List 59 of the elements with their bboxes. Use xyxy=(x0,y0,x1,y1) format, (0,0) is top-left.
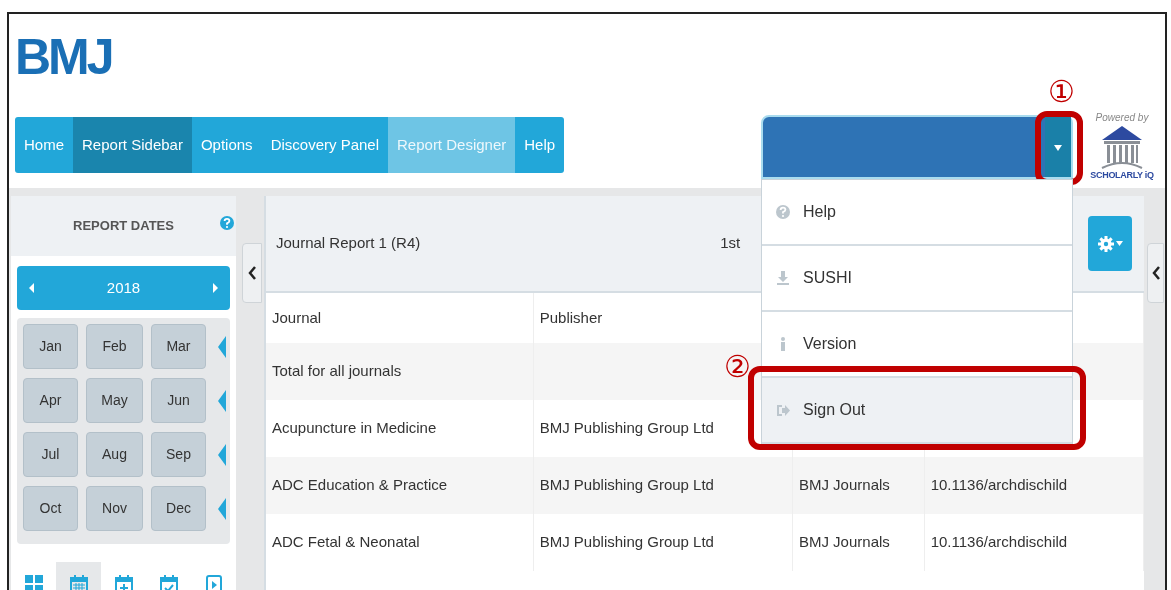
month-button[interactable]: Nov xyxy=(86,486,143,531)
table-cell: ADC Education & Practice xyxy=(266,457,534,514)
month-button[interactable]: May xyxy=(86,378,143,423)
nav-tab[interactable]: Report Sidebar xyxy=(73,117,192,173)
month-button[interactable]: Jun xyxy=(151,378,206,423)
help-icon xyxy=(220,216,234,230)
report-subtitle: 1st xyxy=(720,233,741,254)
triangle-left-icon xyxy=(218,498,226,521)
chevron-left-icon xyxy=(247,265,257,281)
month-button[interactable]: Sep xyxy=(151,432,206,477)
help-icon xyxy=(776,204,791,220)
report-title: Journal Report 1 (R4) xyxy=(276,233,421,254)
chevron-left-icon xyxy=(1150,265,1161,281)
annotation-number: ① xyxy=(1048,77,1075,107)
table-cell: BMJ Journals xyxy=(792,457,925,514)
month-button[interactable]: Apr xyxy=(23,378,78,423)
menu-item[interactable]: Sign Out xyxy=(762,378,1072,444)
month-button[interactable]: Dec xyxy=(151,486,206,531)
settings-icon xyxy=(1097,235,1114,252)
column-header[interactable]: Journal xyxy=(266,293,534,343)
table-cell: BMJ Publishing Group Ltd xyxy=(533,457,793,514)
sign-out-icon xyxy=(776,402,791,418)
table-cell: BMJ Publishing Group Ltd xyxy=(533,514,793,571)
month-button[interactable]: Feb xyxy=(86,324,143,369)
powered-by-caption: Powered by xyxy=(1095,112,1149,124)
building-logo-icon xyxy=(1100,124,1144,170)
sidebar-title: REPORT DATES xyxy=(73,217,174,236)
month-button[interactable]: Jan xyxy=(23,324,78,369)
download-icon xyxy=(776,270,791,286)
annotation-number: ② xyxy=(724,352,751,382)
settings-button[interactable] xyxy=(1088,216,1132,271)
table-cell: 10.1136/archdischild xyxy=(924,514,1144,571)
triangle-left-icon xyxy=(218,444,226,467)
grid-icon xyxy=(23,574,44,590)
user-menu-button[interactable] xyxy=(761,115,1073,179)
triangle-left-icon xyxy=(29,283,35,293)
month-button[interactable]: Oct xyxy=(23,486,78,531)
dropdown-toggle-button[interactable] xyxy=(1045,117,1071,177)
year-label: 2018 xyxy=(105,277,142,298)
calendar-check-icon xyxy=(158,574,179,590)
table-cell: Total for all journals xyxy=(266,343,534,400)
partner-brand-name: SCHOLARLY iQ xyxy=(1090,170,1154,181)
table-cell: ADC Fetal & Neonatal xyxy=(266,514,534,571)
month-button[interactable]: Mar xyxy=(151,324,206,369)
table-cell: BMJ Journals xyxy=(792,514,925,571)
triangle-left-icon xyxy=(218,390,226,413)
month-button[interactable]: Aug xyxy=(86,432,143,477)
play-icon xyxy=(203,574,224,590)
collapse-sidebar-tab[interactable] xyxy=(242,243,262,303)
brand-logo: BMJ xyxy=(15,32,112,82)
caret-down-icon xyxy=(1053,143,1063,152)
month-button[interactable]: Jul xyxy=(23,432,78,477)
table-cell: 10.1136/archdischild xyxy=(924,457,1144,514)
calendar-icon xyxy=(68,574,89,590)
triangle-right-icon xyxy=(212,283,218,293)
expand-panel-tab[interactable] xyxy=(1147,243,1164,303)
triangle-left-icon xyxy=(218,336,226,359)
caret-down-icon xyxy=(1115,241,1123,246)
calendar-plus-icon xyxy=(113,574,134,590)
